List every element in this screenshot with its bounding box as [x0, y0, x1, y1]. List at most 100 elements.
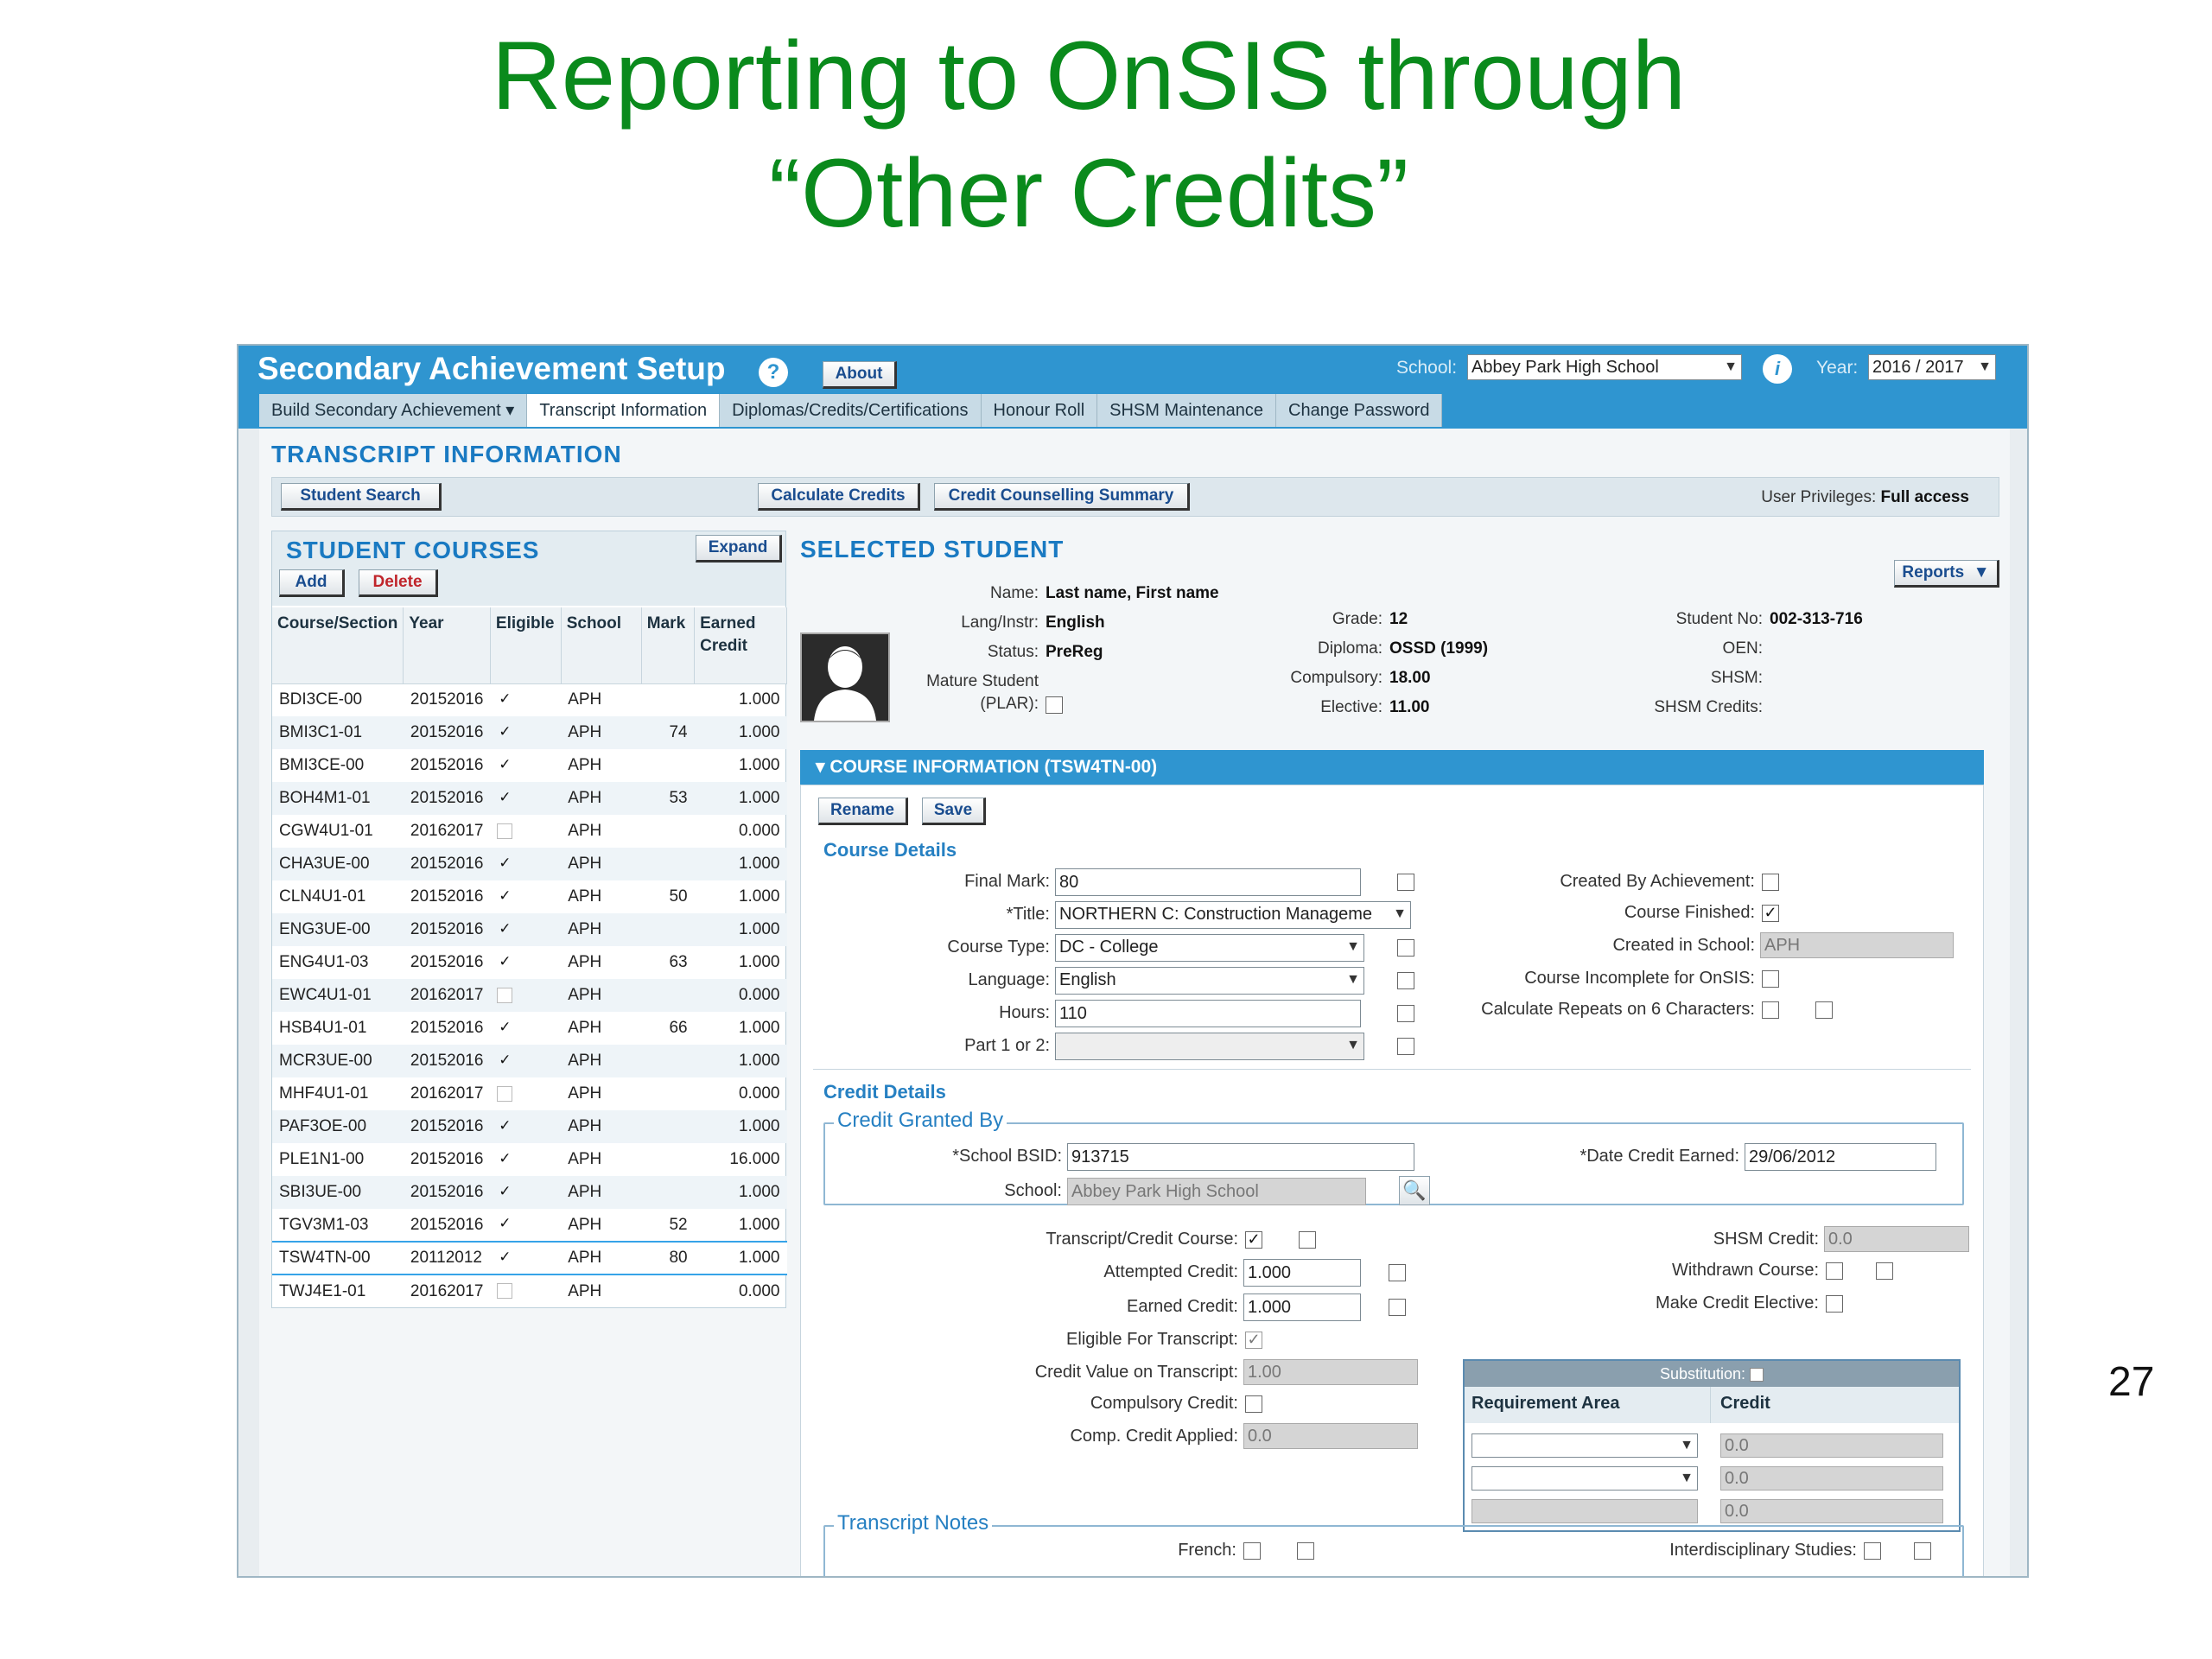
- substitution-credit-input[interactable]: 0.0: [1720, 1499, 1943, 1523]
- part-select[interactable]: ▼: [1055, 1033, 1364, 1060]
- eligible-checkbox[interactable]: [497, 856, 512, 872]
- table-row[interactable]: BMI3C1-0120152016 APH741.000: [272, 716, 787, 749]
- requirement-area-input[interactable]: [1471, 1499, 1698, 1523]
- incomplete-onsis-checkbox[interactable]: [1762, 970, 1779, 988]
- requirement-area-select[interactable]: ▼: [1471, 1466, 1698, 1491]
- requirement-area-select[interactable]: ▼: [1471, 1433, 1698, 1458]
- add-course-button[interactable]: Add: [279, 569, 345, 597]
- year-select[interactable]: 2016 / 2017 ▼: [1868, 354, 1996, 380]
- table-row[interactable]: BDI3CE-00 20152016 APH 1.000: [272, 683, 787, 716]
- eligible-checkbox[interactable]: [497, 1020, 512, 1036]
- tab-change-password[interactable]: Change Password: [1276, 394, 1443, 427]
- eligible-checkbox[interactable]: [497, 1152, 512, 1167]
- column-header-earned-credit[interactable]: Earned Credit: [694, 607, 787, 684]
- tab-transcript-information[interactable]: Transcript Information: [527, 394, 721, 427]
- delete-course-button[interactable]: Delete: [359, 569, 438, 597]
- table-row[interactable]: TSW4TN-0020112012 APH801.000: [272, 1241, 787, 1275]
- school-select[interactable]: Abbey Park High School ▼: [1467, 354, 1742, 380]
- tab-shsm-maintenance[interactable]: SHSM Maintenance: [1097, 394, 1277, 427]
- transcript-credit-course-checkbox[interactable]: [1245, 1231, 1262, 1249]
- school-bsid-input[interactable]: 913715: [1067, 1143, 1414, 1171]
- eligible-checkbox[interactable]: [497, 1250, 512, 1266]
- table-row[interactable]: SBI3UE-0020152016 APH 1.000: [272, 1176, 787, 1209]
- shsm-credit-input[interactable]: 0.0: [1824, 1226, 1969, 1252]
- column-header-eligible[interactable]: Eligible: [490, 607, 562, 684]
- eligible-checkbox[interactable]: [497, 823, 513, 839]
- eligible-checkbox[interactable]: [497, 1185, 512, 1200]
- column-header-course[interactable]: Course/Section: [272, 607, 404, 684]
- save-button[interactable]: Save: [922, 798, 986, 825]
- eligible-checkbox[interactable]: [497, 725, 512, 741]
- eligible-checkbox[interactable]: [497, 922, 512, 938]
- table-row[interactable]: TWJ4E1-01 20162017 APH 0.000: [272, 1274, 787, 1307]
- eligible-checkbox[interactable]: [497, 1283, 513, 1300]
- calculate-repeats-lock-checkbox[interactable]: [1815, 1001, 1833, 1019]
- credit-value-transcript-input[interactable]: 1.00: [1243, 1359, 1418, 1385]
- interdisciplinary-checkbox[interactable]: [1864, 1542, 1881, 1560]
- table-row[interactable]: MHF4U1-01 20162017 APH 0.000: [272, 1077, 787, 1110]
- interdisciplinary-lock-checkbox[interactable]: [1914, 1542, 1931, 1560]
- earned-credit-input[interactable]: 1.000: [1243, 1294, 1361, 1321]
- column-header-mark[interactable]: Mark: [641, 607, 696, 684]
- table-row[interactable]: EWC4U1-01 20162017 APH 0.000: [272, 979, 787, 1012]
- comp-credit-applied-input[interactable]: 0.0: [1243, 1423, 1418, 1449]
- course-information-header[interactable]: ▾ COURSE INFORMATION (TSW4TN-00): [800, 750, 1984, 785]
- hours-input[interactable]: 110: [1055, 1000, 1361, 1027]
- transcript-credit-course-lock-checkbox[interactable]: [1299, 1231, 1316, 1249]
- plar-checkbox[interactable]: [1046, 696, 1063, 714]
- search-icon[interactable]: 🔍: [1399, 1176, 1430, 1205]
- attempted-credit-input[interactable]: 1.000: [1243, 1259, 1361, 1287]
- table-row[interactable]: MCR3UE-0020152016 APH 1.000: [272, 1045, 787, 1077]
- help-icon[interactable]: ?: [759, 358, 788, 387]
- make-credit-elective-checkbox[interactable]: [1826, 1295, 1843, 1313]
- eligible-checkbox[interactable]: [497, 692, 512, 708]
- about-button[interactable]: About: [823, 361, 897, 389]
- table-row[interactable]: CGW4U1-01 20162017 APH 0.000: [272, 815, 787, 848]
- compulsory-credit-checkbox[interactable]: [1245, 1395, 1262, 1413]
- course-type-select[interactable]: DC - College ▼: [1055, 934, 1364, 962]
- table-row[interactable]: ENG4U1-03 20152016 APH 63 1.000: [272, 946, 787, 979]
- created-in-school-input[interactable]: APH: [1760, 932, 1954, 958]
- substitution-credit-input[interactable]: 0.0: [1720, 1433, 1943, 1458]
- credit-counselling-summary-button[interactable]: Credit Counselling Summary: [934, 483, 1190, 511]
- eligible-checkbox[interactable]: [497, 955, 512, 970]
- french-lock-checkbox[interactable]: [1297, 1542, 1314, 1560]
- student-search-button[interactable]: Student Search: [281, 483, 442, 511]
- date-credit-earned-input[interactable]: 29/06/2012: [1745, 1143, 1936, 1171]
- title-select[interactable]: NORTHERN C: Construction Manageme ▼: [1055, 901, 1411, 929]
- eligible-checkbox[interactable]: [497, 758, 512, 773]
- part-lock-checkbox[interactable]: [1397, 1038, 1414, 1055]
- calculate-credits-button[interactable]: Calculate Credits: [758, 483, 920, 511]
- table-row[interactable]: BMI3CE-00 20152016 APH 1.000: [272, 749, 787, 782]
- table-row[interactable]: CHA3UE-0020152016 APH 1.000: [272, 848, 787, 880]
- eligible-checkbox[interactable]: [497, 889, 512, 905]
- table-row[interactable]: PLE1N1-00 20152016 APH 16.000: [272, 1143, 787, 1176]
- table-row[interactable]: HSB4U1-01 20152016 APH 66 1.000: [272, 1012, 787, 1045]
- final-mark-input[interactable]: 80: [1055, 868, 1361, 896]
- eligible-checkbox[interactable]: [497, 1119, 512, 1135]
- granting-school-input[interactable]: Abbey Park High School: [1067, 1178, 1366, 1205]
- tab-honour-roll[interactable]: Honour Roll: [981, 394, 1098, 427]
- substitution-credit-input[interactable]: 0.0: [1720, 1466, 1943, 1491]
- eligible-checkbox[interactable]: [497, 987, 513, 1003]
- info-icon[interactable]: i: [1763, 354, 1792, 384]
- course-finished-checkbox[interactable]: [1762, 905, 1779, 922]
- language-select[interactable]: English ▼: [1055, 967, 1364, 995]
- attempted-credit-lock-checkbox[interactable]: [1389, 1264, 1406, 1281]
- eligible-checkbox[interactable]: [497, 791, 512, 806]
- eligible-checkbox[interactable]: [497, 1085, 513, 1102]
- eligible-checkbox[interactable]: [497, 1053, 512, 1069]
- table-row[interactable]: BOH4M1-0120152016 APH531.000: [272, 782, 787, 815]
- reports-button[interactable]: Reports ▼: [1894, 560, 1999, 588]
- table-row[interactable]: TGV3M1-03 20152016 APH 52 1.000: [272, 1209, 787, 1242]
- withdrawn-course-lock-checkbox[interactable]: [1876, 1262, 1893, 1280]
- earned-credit-lock-checkbox[interactable]: [1389, 1299, 1406, 1316]
- column-header-school[interactable]: School: [561, 607, 642, 684]
- table-row[interactable]: CLN4U1-01 20152016 APH 50 1.000: [272, 880, 787, 913]
- table-row[interactable]: PAF3OE-0020152016 APH 1.000: [272, 1110, 787, 1143]
- tab-build-secondary-achievement[interactable]: Build Secondary Achievement ▾: [259, 394, 528, 427]
- column-header-year[interactable]: Year: [403, 607, 491, 684]
- table-row[interactable]: ENG3UE-0020152016 APH 1.000: [272, 913, 787, 946]
- withdrawn-course-checkbox[interactable]: [1826, 1262, 1843, 1280]
- tab-diplomas-credits-certifications[interactable]: Diplomas/Credits/Certifications: [720, 394, 982, 427]
